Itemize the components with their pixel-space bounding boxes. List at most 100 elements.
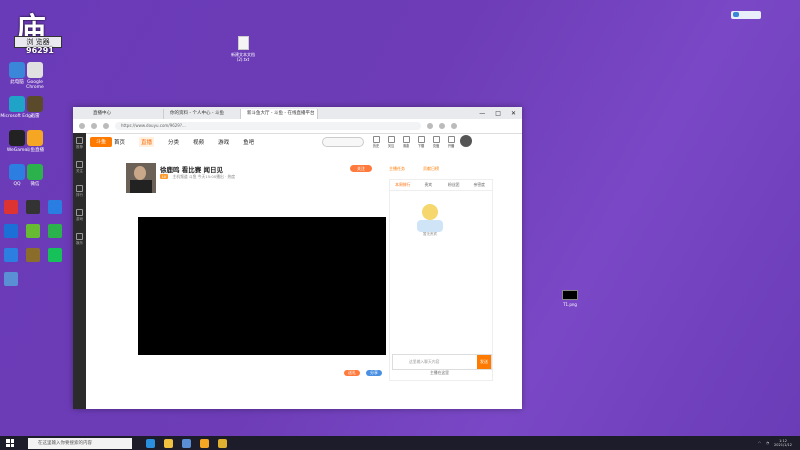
download-button[interactable]: 下载 — [417, 136, 425, 148]
site-logo[interactable]: 斗鱼 — [90, 137, 112, 147]
desktop-icon-xunlei[interactable]: 迅雷 — [18, 96, 52, 119]
sidebar-item-rank[interactable]: 排行 — [73, 185, 86, 205]
sidebar-item-follow[interactable]: 关注 — [73, 161, 86, 181]
history-icon — [372, 136, 380, 143]
taskbar-search-input[interactable]: 在这里输入你要搜索的内容 — [28, 437, 132, 449]
tab-bar: 直播中心 你的资料 - 个人中心 - 斗鱼 新斗鱼大厅 - 斗鱼 - 在线直播平… — [73, 107, 522, 119]
desktop-icon-wechat[interactable]: 微信 — [18, 164, 52, 187]
gift-button[interactable]: 送礼 — [344, 370, 360, 376]
app-icon[interactable] — [4, 224, 18, 238]
cloud-icon — [733, 12, 739, 17]
maximize-button[interactable]: □ — [495, 109, 501, 119]
desktop-overlay-logo: 庙 浏 览器 96291 — [6, 4, 70, 55]
desktop-file-png[interactable]: T1.png — [555, 290, 585, 307]
chrome-icon — [27, 62, 43, 78]
clock[interactable]: 1:12 2021/1/12 — [774, 439, 792, 447]
tab-fans[interactable]: 粉丝团 — [441, 180, 467, 190]
anchor-task-link[interactable]: 主播任务 — [389, 166, 405, 172]
browser-tab[interactable]: 你的资料 - 个人中心 - 斗鱼 — [164, 109, 241, 119]
edge-taskbar-icon[interactable] — [146, 438, 155, 448]
message-icon — [402, 136, 410, 143]
stream-meta: LV 主机频道 斗鱼 今天15:00播出 · 热度 — [160, 174, 236, 179]
bottom-link[interactable]: 主播在这里 — [430, 370, 449, 376]
nav-category[interactable]: 分类 — [168, 138, 179, 146]
tab-vip[interactable]: 贵宾 — [416, 180, 442, 190]
nav-fishbar[interactable]: 鱼吧 — [243, 138, 254, 146]
tab-intimacy[interactable]: 亲密度 — [467, 180, 493, 190]
recommend-icon — [76, 137, 83, 144]
chat-input[interactable]: 这里输入聊天内容 发送 — [392, 354, 492, 370]
mascot-illustration: 暂无贵宾 — [410, 200, 450, 240]
start-icon[interactable] — [6, 439, 14, 447]
cloud-widget[interactable] — [731, 11, 761, 19]
browser-tab-active[interactable]: 新斗鱼大厅 - 斗鱼 - 在线直播平台 — [241, 109, 318, 119]
broadcast-button[interactable]: 开播 — [447, 136, 455, 148]
streamer-avatar[interactable] — [126, 163, 156, 193]
volume-icon[interactable]: ◔ — [766, 441, 769, 445]
history-button[interactable]: 历史 — [372, 136, 380, 148]
network-icon[interactable]: ◠ — [758, 441, 761, 445]
xunlei-icon — [27, 96, 43, 112]
user-avatar[interactable] — [460, 135, 472, 147]
coin-icon — [432, 136, 440, 143]
store-taskbar-icon[interactable] — [182, 438, 191, 448]
forward-icon[interactable] — [91, 123, 97, 129]
explorer-taskbar-icon[interactable] — [164, 438, 173, 448]
send-button[interactable]: 发送 — [477, 355, 491, 369]
site-nav: 首页 直播 分类 视频 游戏 鱼吧 — [86, 133, 522, 151]
follow-list-button[interactable]: 关注 — [387, 136, 395, 148]
browser-tab[interactable]: 直播中心 — [87, 109, 164, 119]
entertain-icon — [76, 233, 83, 240]
nav-live[interactable]: 直播 — [139, 137, 155, 147]
refresh-icon[interactable] — [103, 123, 109, 129]
app-icon[interactable] — [4, 248, 18, 262]
app-icon[interactable] — [26, 248, 40, 262]
text-file-icon — [237, 36, 249, 50]
douyu-taskbar-icon[interactable] — [200, 438, 209, 448]
share-button[interactable]: 分享 — [366, 370, 382, 376]
favorites-icon[interactable] — [439, 123, 445, 129]
desktop-icon-douyu[interactable]: 斗鱼直播 — [18, 130, 52, 153]
daily-rank-link[interactable]: 贡献日榜 — [423, 166, 439, 172]
nav-video[interactable]: 视频 — [193, 138, 204, 146]
rank-tabs: 本周排行 贵宾 粉丝团 亲密度 — [390, 180, 492, 191]
desktop-icon-chrome[interactable]: Google Chrome — [18, 62, 52, 90]
browser-window: 直播中心 你的资料 - 个人中心 - 斗鱼 新斗鱼大厅 - 斗鱼 - 在线直播平… — [73, 107, 522, 409]
video-player[interactable] — [138, 217, 386, 355]
taskbar: 在这里输入你要搜索的内容 ◠ ◔ 1:12 2021/1/12 — [0, 436, 800, 450]
follow-icon — [76, 161, 83, 168]
address-bar-row: https://www.douyu.com/9629?... — [73, 119, 522, 134]
close-button[interactable]: ✕ — [511, 109, 516, 119]
app-icon[interactable] — [48, 200, 62, 214]
sidebar-item-games[interactable]: 游戏 — [73, 209, 86, 229]
tab-week-rank[interactable]: 本周排行 — [390, 180, 416, 190]
desktop-file-text[interactable]: 新建文本文档(2).txt — [228, 36, 258, 62]
chrome-taskbar-icon[interactable] — [218, 438, 227, 448]
app-icon[interactable] — [4, 200, 18, 214]
app-icon[interactable] — [48, 248, 62, 262]
sidebar-item-entertain[interactable]: 娱乐 — [73, 233, 86, 253]
app-icon[interactable] — [4, 272, 18, 286]
back-icon[interactable] — [79, 123, 85, 129]
site-search-input[interactable] — [322, 137, 364, 147]
player-footer: 送礼 分享 — [138, 369, 386, 379]
nav-home[interactable]: 首页 — [114, 138, 125, 146]
nav-game[interactable]: 游戏 — [218, 138, 229, 146]
app-icon[interactable] — [48, 224, 62, 238]
url-input[interactable]: https://www.douyu.com/9629?... — [115, 122, 421, 130]
minimize-button[interactable]: — — [479, 109, 485, 119]
douyu-icon — [27, 130, 43, 146]
desktop-icon-grid — [2, 200, 70, 286]
right-panel: 本周排行 贵宾 粉丝团 亲密度 暂无贵宾 这里输入聊天内容 发送 主播在这里 — [389, 179, 493, 381]
follow-button[interactable]: 关注 — [350, 165, 372, 172]
messages-button[interactable]: 消息 — [402, 136, 410, 148]
app-icon[interactable] — [26, 200, 40, 214]
recharge-button[interactable]: 充值 — [432, 136, 440, 148]
app-icon[interactable] — [26, 224, 40, 238]
extension-icon[interactable] — [427, 123, 433, 129]
profile-icon[interactable] — [451, 123, 457, 129]
heart-icon — [387, 136, 395, 143]
sidebar-item-recommend[interactable]: 推荐 — [73, 137, 86, 157]
site-page: 斗鱼 首页 直播 分类 视频 游戏 鱼吧 历史 关注 消息 下载 充值 开播 徐… — [86, 133, 522, 409]
image-file-icon — [562, 290, 578, 300]
